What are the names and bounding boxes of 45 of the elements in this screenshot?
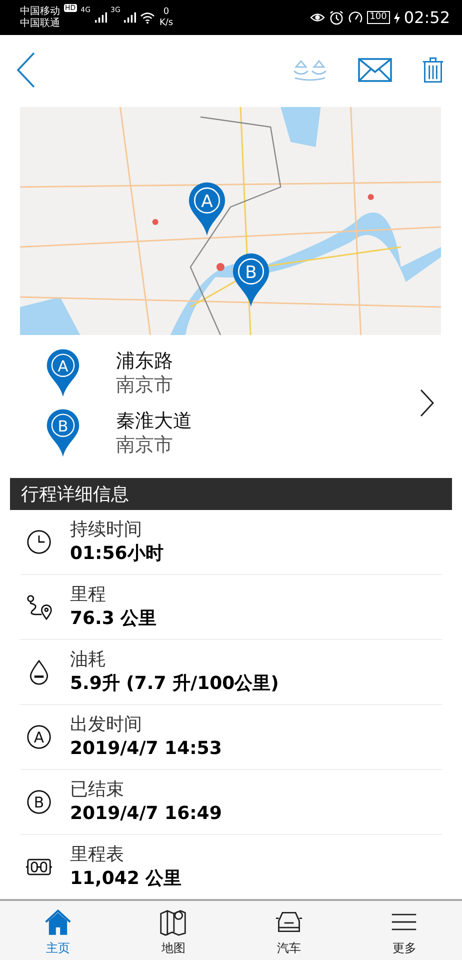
- home-icon: [44, 908, 72, 936]
- detail-label: 持续时间: [70, 518, 143, 542]
- detail-label: 出发时间: [70, 713, 143, 737]
- nav-tab[interactable]: 地图: [116, 901, 231, 960]
- net-speed-unit: K/s: [159, 18, 174, 28]
- carrier-name: 中国移动: [20, 6, 60, 18]
- nav-tab[interactable]: 更多: [346, 901, 462, 960]
- circled-letter-icon: A: [26, 724, 52, 750]
- location-pin-icon: B: [46, 408, 80, 458]
- city-name: 南京市: [116, 432, 174, 456]
- clock-time: 02:52: [404, 8, 450, 27]
- street-name: 浦东路: [116, 348, 173, 372]
- section-title: 行程详细信息: [21, 483, 129, 506]
- gauge-icon: [348, 10, 363, 25]
- map-pin[interactable]: A: [188, 181, 226, 237]
- clock-icon: [26, 529, 52, 555]
- charging-icon: [394, 12, 400, 24]
- detail-label: 油耗: [70, 648, 107, 672]
- city-name: 南京市: [116, 372, 173, 396]
- chevron-right-icon: [420, 388, 434, 416]
- carrier-name: 中国联通: [20, 18, 60, 30]
- signal-icon: [94, 12, 107, 23]
- map-icon: [159, 908, 188, 936]
- route-locations[interactable]: A 浦东路 南京市 B 秦淮大道 南京市: [0, 335, 462, 470]
- map-pin[interactable]: B: [232, 252, 270, 308]
- detail-label: 里程表: [70, 843, 125, 867]
- detail-value: 01:56小时: [70, 542, 164, 566]
- nav-tab[interactable]: 汽车: [231, 901, 346, 960]
- detail-value: 76.3 公里: [70, 607, 157, 631]
- alarm-icon: [328, 10, 344, 25]
- detail-value: 2019/4/7 14:53: [70, 737, 222, 761]
- circled-letter-icon: B: [26, 789, 52, 815]
- net-speed-value: 0: [163, 6, 170, 18]
- detail-value: 5.9升 (7.7 升/100公里): [70, 672, 279, 696]
- street-name: 秦淮大道: [116, 408, 192, 432]
- detail-label: 已结束: [70, 778, 125, 802]
- detail-value: 11,042 公里: [70, 867, 182, 891]
- nav-tab[interactable]: 主页: [0, 901, 116, 960]
- detail-label: 里程: [70, 583, 107, 607]
- route-icon: [26, 594, 52, 620]
- signal-icon: [124, 12, 136, 23]
- wifi-icon: [140, 12, 156, 24]
- battery-indicator: 100: [366, 11, 390, 24]
- location-pin-icon: A: [46, 348, 80, 398]
- detail-value: 2019/4/7 16:49: [70, 802, 222, 826]
